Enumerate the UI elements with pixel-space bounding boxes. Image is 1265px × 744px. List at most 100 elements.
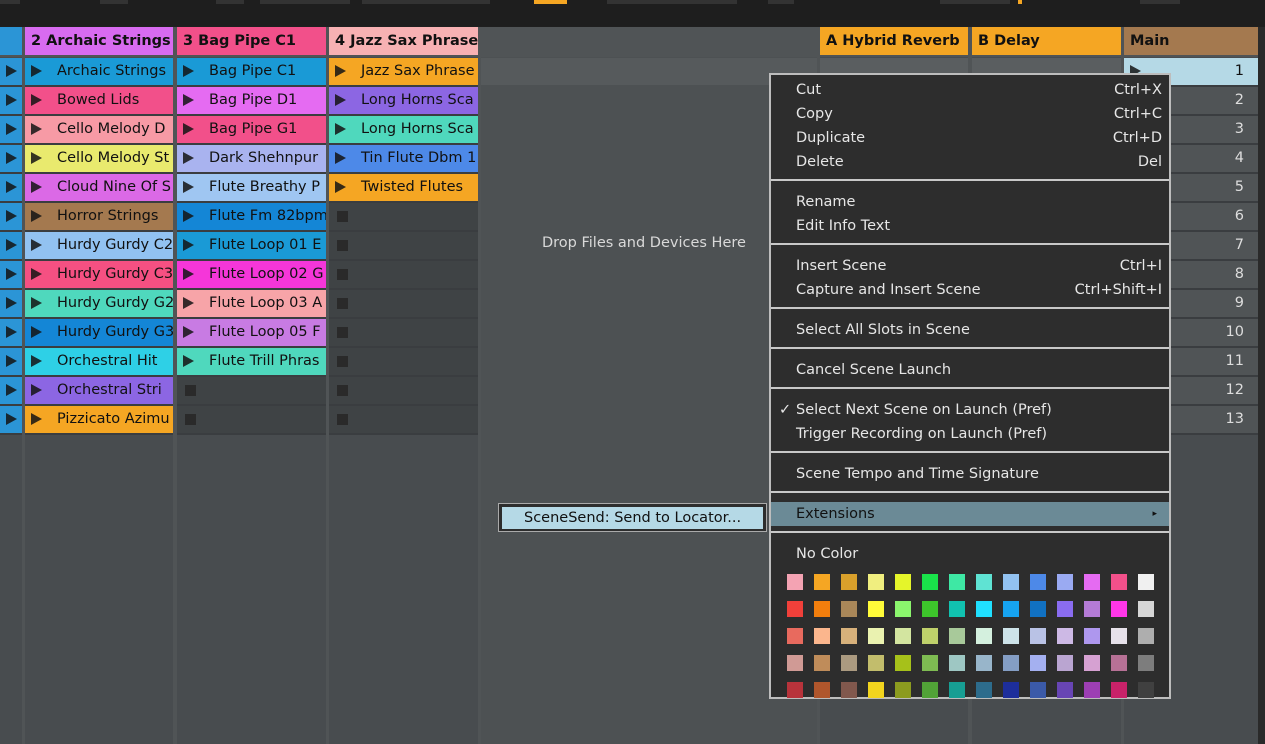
clip-slot[interactable] (0, 319, 22, 346)
empty-clip-slot[interactable] (329, 261, 478, 288)
clip-launch-button[interactable] (0, 348, 22, 375)
clip-launch-button[interactable] (25, 174, 50, 201)
return-header[interactable]: A Hybrid Reverb (820, 27, 968, 55)
clip-slot[interactable]: Hurdy Gurdy G2 (25, 290, 173, 317)
clip-slot[interactable] (0, 174, 22, 201)
clip-slot[interactable]: Bag Pipe C1 (177, 58, 326, 85)
clip-slot[interactable]: Flute Breathy P (177, 174, 326, 201)
color-swatch[interactable] (976, 628, 992, 644)
color-swatch[interactable] (1003, 628, 1019, 644)
clip-slot[interactable]: Cloud Nine Of S (25, 174, 173, 201)
menu-item-scene-tempo-and-time-signature[interactable]: Scene Tempo and Time Signature (796, 462, 1162, 486)
color-swatch[interactable] (976, 682, 992, 698)
color-swatch[interactable] (814, 601, 830, 617)
clip-launch-button[interactable] (0, 116, 22, 143)
menu-item-select-next-scene-on-launch-pref[interactable]: ✓ Select Next Scene on Launch (Pref) (779, 398, 1162, 422)
color-swatch[interactable] (787, 628, 803, 644)
color-swatch[interactable] (868, 628, 884, 644)
color-swatch[interactable] (1111, 601, 1127, 617)
empty-clip-slot[interactable] (329, 290, 478, 317)
color-swatch[interactable] (814, 628, 830, 644)
clip-launch-button[interactable] (0, 261, 22, 288)
clip-launch-button[interactable] (25, 348, 50, 375)
empty-clip-slot[interactable] (329, 319, 478, 346)
clip-launch-button[interactable] (177, 348, 202, 375)
clip-slot[interactable] (0, 232, 22, 259)
color-swatch[interactable] (1138, 574, 1154, 590)
color-swatch[interactable] (895, 682, 911, 698)
color-swatch[interactable] (922, 655, 938, 671)
color-swatch[interactable] (787, 682, 803, 698)
color-swatch[interactable] (1057, 655, 1073, 671)
clip-launch-button[interactable] (177, 116, 202, 143)
clip-launch-button[interactable] (25, 87, 50, 114)
clip-launch-button[interactable] (177, 319, 202, 346)
color-swatch[interactable] (1057, 601, 1073, 617)
color-swatch[interactable] (1111, 628, 1127, 644)
menu-item-select-all-slots-in-scene[interactable]: Select All Slots in Scene (796, 318, 1162, 342)
color-swatch[interactable] (1030, 574, 1046, 590)
empty-clip-slot[interactable] (329, 406, 478, 433)
clip-launch-button[interactable] (177, 87, 202, 114)
clip-slot[interactable]: Hurdy Gurdy C2 (25, 232, 173, 259)
clip-launch-button[interactable] (329, 58, 354, 85)
color-swatch[interactable] (1030, 655, 1046, 671)
color-swatch[interactable] (922, 601, 938, 617)
clip-launch-button[interactable] (0, 377, 22, 404)
color-swatch[interactable] (868, 682, 884, 698)
empty-clip-slot[interactable] (329, 232, 478, 259)
color-swatch[interactable] (1111, 574, 1127, 590)
color-swatch[interactable] (949, 601, 965, 617)
menu-item-edit-info-text[interactable]: Edit Info Text (796, 214, 1162, 238)
clip-launch-button[interactable] (25, 261, 50, 288)
clip-launch-button[interactable] (0, 406, 22, 433)
color-swatch[interactable] (949, 682, 965, 698)
track-header[interactable]: 2 Archaic Strings (25, 27, 173, 55)
color-swatch[interactable] (1111, 655, 1127, 671)
color-swatch[interactable] (1084, 655, 1100, 671)
empty-clip-slot[interactable] (329, 203, 478, 230)
menu-item-extensions[interactable]: Extensions ▸ (771, 502, 1169, 526)
color-swatch[interactable] (895, 574, 911, 590)
clip-slot[interactable] (0, 145, 22, 172)
clip-slot[interactable]: Bag Pipe G1 (177, 116, 326, 143)
empty-clip-slot[interactable] (177, 377, 326, 404)
color-swatch[interactable] (1003, 655, 1019, 671)
clip-launch-button[interactable] (25, 406, 50, 433)
menu-item-trigger-recording-on-launch-pref[interactable]: Trigger Recording on Launch (Pref) (796, 422, 1162, 446)
clip-slot[interactable]: Flute Loop 02 G (177, 261, 326, 288)
color-swatch[interactable] (787, 574, 803, 590)
clip-launch-button[interactable] (0, 87, 22, 114)
menu-item-insert-scene[interactable]: Insert Scene Ctrl+I (796, 254, 1162, 278)
clip-launch-button[interactable] (177, 174, 202, 201)
clip-launch-button[interactable] (25, 203, 50, 230)
clip-launch-button[interactable] (329, 174, 354, 201)
clip-launch-button[interactable] (0, 174, 22, 201)
clip-launch-button[interactable] (329, 116, 354, 143)
clip-slot[interactable]: Long Horns Sca (329, 87, 478, 114)
color-swatch[interactable] (895, 628, 911, 644)
clip-slot[interactable]: Flute Loop 05 F (177, 319, 326, 346)
track-header[interactable] (0, 27, 22, 55)
clip-launch-button[interactable] (0, 203, 22, 230)
color-swatch[interactable] (1057, 682, 1073, 698)
main-header[interactable]: Main (1124, 27, 1258, 55)
color-swatch[interactable] (922, 682, 938, 698)
empty-clip-slot[interactable] (329, 348, 478, 375)
color-swatch[interactable] (1003, 682, 1019, 698)
empty-clip-slot[interactable] (329, 377, 478, 404)
clip-launch-button[interactable] (0, 290, 22, 317)
color-swatch[interactable] (1057, 574, 1073, 590)
track-header[interactable]: 3 Bag Pipe C1 (177, 27, 326, 55)
clip-slot[interactable]: Bowed Lids (25, 87, 173, 114)
menu-item-copy[interactable]: Copy Ctrl+C (796, 102, 1162, 126)
clip-slot[interactable]: Long Horns Sca (329, 116, 478, 143)
color-swatch[interactable] (922, 628, 938, 644)
menu-item-capture-and-insert-scene[interactable]: Capture and Insert Scene Ctrl+Shift+I (796, 278, 1162, 302)
color-swatch[interactable] (868, 574, 884, 590)
clip-slot[interactable]: Archaic Strings (25, 58, 173, 85)
clip-launch-button[interactable] (0, 58, 22, 85)
clip-slot[interactable]: Flute Loop 03 A (177, 290, 326, 317)
clip-launch-button[interactable] (177, 290, 202, 317)
clip-slot[interactable]: Orchestral Stri (25, 377, 173, 404)
